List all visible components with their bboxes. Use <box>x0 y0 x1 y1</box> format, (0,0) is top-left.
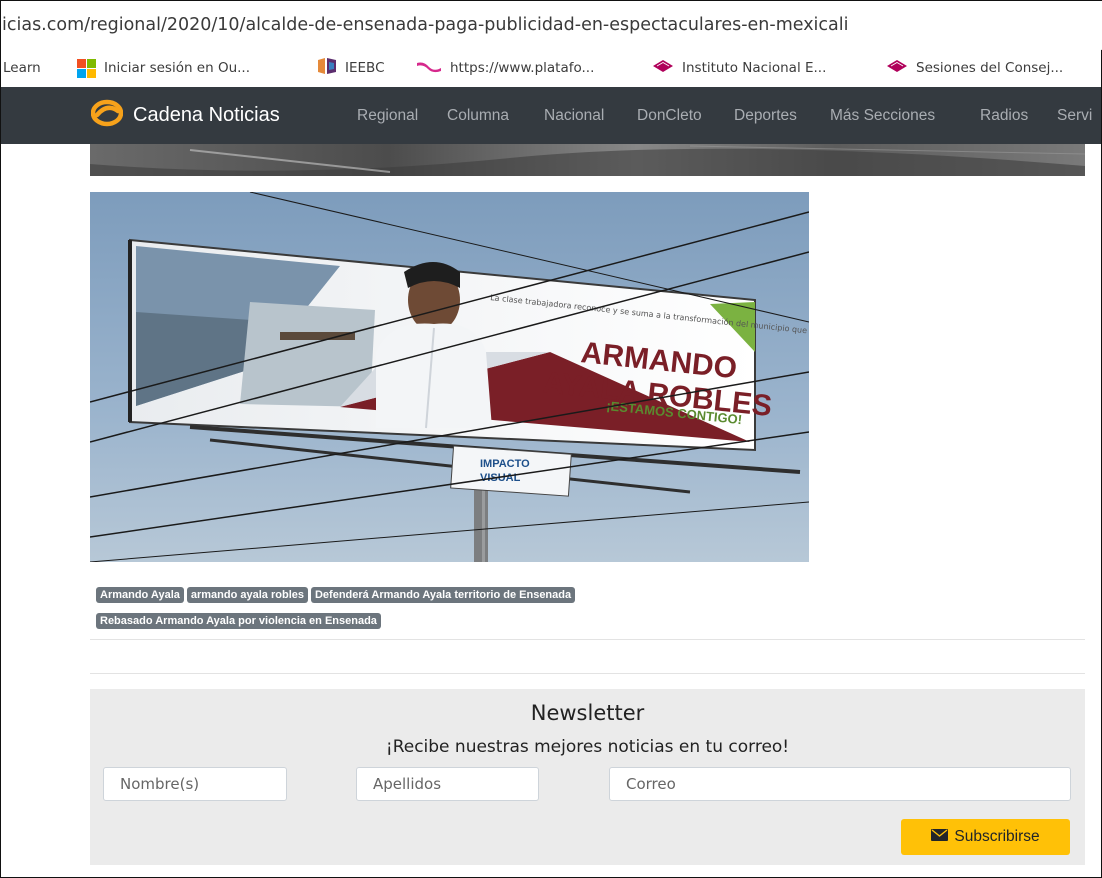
nav-radios[interactable]: Radios <box>980 87 1028 144</box>
nav-doncleto[interactable]: DonCleto <box>637 87 702 144</box>
bookmark-label: Iniciar sesión en Ou... <box>104 60 251 76</box>
nav-mas-secciones[interactable]: Más Secciones <box>830 87 935 144</box>
brand-name: Cadena Noticias <box>133 104 280 126</box>
divider <box>90 673 1085 674</box>
nav-deportes[interactable]: Deportes <box>734 87 797 144</box>
bookmark-sesiones[interactable]: Sesiones del Consej... <box>886 49 1063 87</box>
address-bar[interactable]: icias.com/regional/2020/10/alcalde-de-en… <box>1 1 1102 50</box>
brand-link[interactable]: Cadena Noticias <box>90 87 280 144</box>
bookmark-label: https://www.platafo... <box>450 60 595 76</box>
email-field[interactable] <box>609 767 1071 801</box>
nav-columna[interactable]: Columna <box>447 87 509 144</box>
cadena-logo-icon <box>90 99 124 133</box>
first-name-field[interactable] <box>103 767 287 801</box>
subscribe-button[interactable]: Subscribirse <box>901 819 1070 855</box>
bookmark-label: Learn <box>3 60 41 76</box>
bookmark-label: Sesiones del Consej... <box>916 60 1064 76</box>
ine-logo-icon <box>886 59 908 77</box>
tag-armando-ayala-robles[interactable]: armando ayala robles <box>186 587 308 603</box>
bookmark-label: IEEBC <box>345 60 385 76</box>
bookmark-outlook[interactable]: Iniciar sesión en Ou... <box>77 49 250 87</box>
nav-nacional[interactable]: Nacional <box>544 87 604 144</box>
newsletter-section: Newsletter ¡Recibe nuestras mejores noti… <box>90 689 1085 865</box>
bookmark-plataforma[interactable]: https://www.platafo... <box>416 49 594 87</box>
platform-logo-icon <box>416 59 442 77</box>
bookmarks-bar: Learn Iniciar sesión en Ou... IEEBC http… <box>1 49 1101 87</box>
sign-line1: IMPACTO <box>480 458 530 470</box>
divider <box>90 639 1085 640</box>
microsoft-logo-icon <box>77 58 96 78</box>
newsletter-title: Newsletter <box>530 701 645 725</box>
bookmark-ine[interactable]: Instituto Nacional E... <box>652 49 826 87</box>
tag-defendera[interactable]: Defenderá Armando Ayala territorio de En… <box>310 587 576 603</box>
article-photo: La clase trabajadora reconoce y se suma … <box>89 191 871 563</box>
hero-image <box>90 144 1085 176</box>
bookmark-label: Instituto Nacional E... <box>682 60 827 76</box>
nav-regional[interactable]: Regional <box>357 87 418 144</box>
nav-servicios[interactable]: Servi <box>1057 87 1092 144</box>
tag-armando-ayala[interactable]: Armando Ayala <box>96 587 184 603</box>
tag-rebasado[interactable]: Rebasado Armando Ayala por violencia en … <box>96 613 381 629</box>
ieebc-logo-icon <box>317 57 337 79</box>
bookmark-learn[interactable]: Learn <box>3 49 41 87</box>
subscribe-label: Subscribirse <box>954 828 1040 845</box>
url-text: icias.com/regional/2020/10/alcalde-de-en… <box>2 15 849 35</box>
envelope-icon <box>931 828 949 846</box>
last-name-field[interactable] <box>356 767 539 801</box>
tag-list: Armando Ayala armando ayala robles Defende… <box>96 583 796 635</box>
ine-logo-icon <box>652 59 674 77</box>
site-navbar: Cadena Noticias Regional Columna Naciona… <box>1 87 1101 144</box>
sign-line2: VISUAL <box>480 472 521 484</box>
bookmark-ieebc[interactable]: IEEBC <box>317 49 385 87</box>
newsletter-subtitle: ¡Recibe nuestras mejores noticias en tu … <box>385 737 790 757</box>
